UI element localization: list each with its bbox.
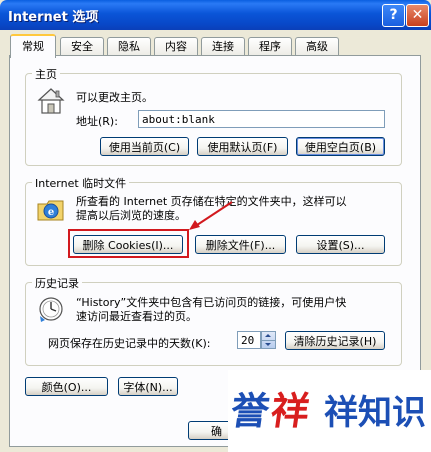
pointer-arrow: [189, 201, 233, 230]
svg-text:祥知识: 祥知识: [324, 393, 426, 433]
highlight-box: [68, 229, 189, 258]
history-group-label: 历史记录: [32, 275, 82, 291]
colors-button[interactable]: 颜色(O)...: [25, 377, 108, 396]
use-current-page-button[interactable]: 使用当前页(C): [100, 137, 189, 156]
history-days-input[interactable]: [237, 331, 261, 349]
svg-text:祥: 祥: [268, 390, 312, 434]
home-description: 可以更改主页。: [76, 91, 153, 104]
home-group-label: 主页: [32, 66, 60, 82]
svg-text:e: e: [48, 207, 54, 218]
close-button[interactable]: ✕: [406, 4, 429, 27]
temp-files-desc-2: 提高以后浏览的速度。: [76, 209, 186, 222]
clear-history-button[interactable]: 清除历史记录(H): [285, 331, 385, 350]
history-days-label: 网页保存在历史记录中的天数(K):: [48, 337, 211, 350]
address-input[interactable]: [138, 110, 385, 128]
tab-programs[interactable]: 程序: [248, 37, 292, 56]
history-days-spinner[interactable]: [261, 331, 276, 349]
spinner-down-icon[interactable]: [262, 341, 275, 349]
help-button[interactable]: ?: [382, 4, 405, 27]
ie-folder-icon: e: [37, 200, 64, 221]
fonts-button[interactable]: 字体(N)...: [118, 377, 178, 396]
tab-content[interactable]: 内容: [154, 37, 198, 56]
tab-privacy[interactable]: 隐私: [107, 37, 151, 56]
tab-advanced[interactable]: 高级: [295, 37, 339, 56]
tab-general[interactable]: 常规: [10, 34, 56, 58]
use-blank-page-button[interactable]: 使用空白页(B): [296, 137, 385, 156]
delete-files-button[interactable]: 删除文件(F)...: [195, 235, 286, 254]
history-icon: [39, 297, 63, 322]
window-title: Internet 选项: [8, 10, 99, 25]
tab-security[interactable]: 安全: [60, 37, 104, 56]
watermark-logo: 誉 祥 祥知识: [232, 390, 426, 434]
svg-text:誉: 誉: [232, 390, 273, 434]
settings-button[interactable]: 设置(S)...: [296, 235, 385, 254]
spinner-up-icon[interactable]: [262, 332, 275, 341]
temp-files-group-label: Internet 临时文件: [32, 175, 130, 191]
home-icon: [37, 88, 65, 114]
use-default-page-button[interactable]: 使用默认页(F): [197, 137, 288, 156]
address-label: 地址(R):: [76, 115, 118, 128]
tab-connections[interactable]: 连接: [201, 37, 245, 56]
history-desc-2: 速访问最近查看过的页。: [76, 310, 197, 323]
